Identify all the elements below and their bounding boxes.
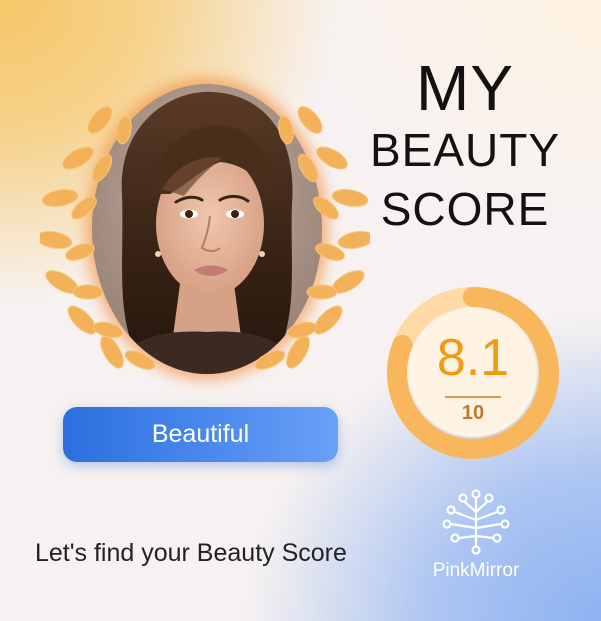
- tagline: Let's find your Beauty Score: [35, 539, 347, 567]
- tree-circuit-icon: [442, 489, 510, 555]
- title-line-3: SCORE: [380, 183, 550, 235]
- score-divider: [445, 396, 501, 398]
- brand-name: PinkMirror: [432, 560, 520, 581]
- portrait-section: [40, 80, 370, 380]
- score-max: 10: [461, 402, 485, 424]
- beauty-score-card: MY BEAUTY SCORE 8.1 10 Beautiful Let's f…: [0, 0, 601, 621]
- laurel-wreath-icon: [40, 106, 370, 370]
- page-title: MY BEAUTY SCORE: [365, 54, 565, 240]
- verdict-button[interactable]: Beautiful: [63, 407, 338, 462]
- title-line-1: MY: [416, 52, 514, 124]
- title-line-2: BEAUTY: [369, 124, 561, 176]
- score-value: 8.1: [436, 329, 510, 387]
- score-gauge: 8.1 10: [386, 286, 560, 460]
- brand-logo[interactable]: PinkMirror: [420, 488, 532, 584]
